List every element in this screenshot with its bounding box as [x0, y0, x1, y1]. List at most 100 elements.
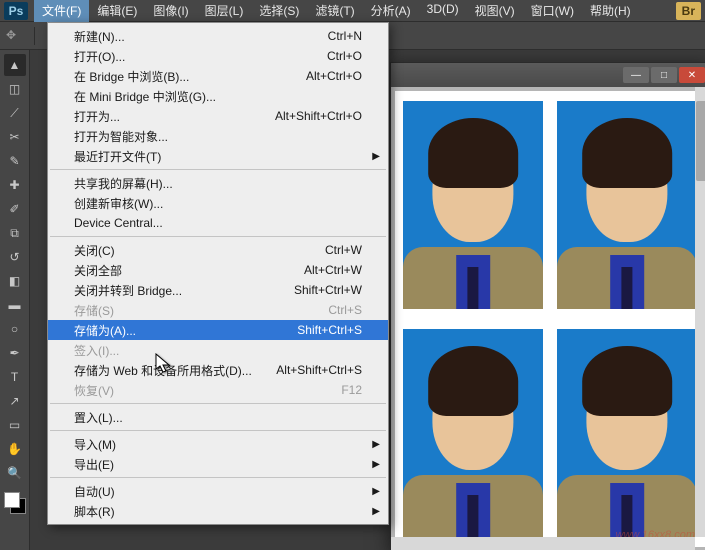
menu-shortcut: Shift+Ctrl+S [297, 323, 362, 337]
menu-item-label: Device Central... [74, 216, 163, 230]
menu-item[interactable]: 存储为 Web 和设备所用格式(D)...Alt+Shift+Ctrl+S [48, 360, 388, 380]
menu-item[interactable]: Device Central... [48, 213, 388, 233]
type-tool[interactable]: T [4, 366, 26, 388]
menu-item-label: 恢复(V) [74, 382, 114, 399]
menu-item-label: 关闭全部 [74, 262, 122, 279]
document-titlebar[interactable]: — □ ✕ [391, 63, 705, 87]
menu-item-label: 共享我的屏幕(H)... [74, 175, 173, 192]
menu-item-label: 导出(E) [74, 456, 114, 473]
id-photo [557, 101, 697, 309]
zoom-tool[interactable]: 🔍 [4, 462, 26, 484]
menu-item[interactable]: 关闭全部Alt+Ctrl+W [48, 260, 388, 280]
menu-item[interactable]: 打开为... Alt+Shift+Ctrl+O [48, 106, 388, 126]
menu-item: 恢复(V)F12 [48, 380, 388, 400]
menu-item[interactable]: 置入(L)... [48, 407, 388, 427]
path-tool[interactable]: ↗ [4, 390, 26, 412]
menu-item[interactable]: 图像(I) [145, 0, 196, 22]
blur-tool[interactable]: ○ [4, 318, 26, 340]
brush-tool[interactable]: ✐ [4, 198, 26, 220]
menu-item-label: 在 Bridge 中浏览(B)... [74, 68, 189, 85]
pen-tool[interactable]: ✒ [4, 342, 26, 364]
menu-item[interactable]: 窗口(W) [523, 0, 582, 22]
id-photo [557, 329, 697, 537]
menu-item-label: 导入(M) [74, 436, 116, 453]
menu-item[interactable]: 打开(O)... Ctrl+O [48, 46, 388, 66]
stamp-tool[interactable]: ⧉ [4, 222, 26, 244]
menu-item[interactable]: 最近打开文件(T) ▶ [48, 146, 388, 166]
color-swatch[interactable] [4, 492, 26, 514]
menu-shortcut: Ctrl+S [328, 303, 362, 317]
ps-logo-icon: Ps [4, 2, 28, 20]
id-photo [403, 101, 543, 309]
menu-item-label: 关闭(C) [74, 242, 115, 259]
history-brush-tool[interactable]: ↺ [4, 246, 26, 268]
menu-item[interactable]: 脚本(R) ▶ [48, 501, 388, 521]
document-window: — □ ✕ www.16xx8.com [390, 62, 705, 550]
gradient-tool[interactable]: ▬ [4, 294, 26, 316]
menu-shortcut: Ctrl+N [328, 29, 362, 43]
vertical-scrollbar[interactable] [695, 87, 705, 537]
menu-separator [50, 169, 386, 170]
horizontal-scrollbar[interactable] [391, 537, 695, 550]
marquee-tool[interactable]: ◫ [4, 78, 26, 100]
menu-item[interactable]: 编辑(E) [89, 0, 145, 22]
foreground-color[interactable] [4, 492, 20, 508]
menu-shortcut: Alt+Ctrl+O [306, 69, 362, 83]
menu-item[interactable]: 在 Bridge 中浏览(B)... Alt+Ctrl+O [48, 66, 388, 86]
menu-item[interactable]: 图层(L) [197, 0, 252, 22]
menu-shortcut: Shift+Ctrl+W [294, 283, 362, 297]
menu-shortcut: Alt+Shift+Ctrl+O [275, 109, 362, 123]
move-tool[interactable]: ▲ [4, 54, 26, 76]
maximize-button[interactable]: □ [651, 67, 677, 83]
menu-item[interactable]: 关闭并转到 Bridge... Shift+Ctrl+W [48, 280, 388, 300]
menu-shortcut: Ctrl+O [327, 49, 362, 63]
submenu-arrow-icon: ▶ [372, 459, 380, 470]
menu-item-label: 创建新审核(W)... [74, 195, 163, 212]
id-photo [403, 329, 543, 537]
menu-item[interactable]: 新建(N)...Ctrl+N [48, 26, 388, 46]
eyedropper-tool[interactable]: ✎ [4, 150, 26, 172]
shape-tool[interactable]: ▭ [4, 414, 26, 436]
menu-item-label: 最近打开文件(T) [74, 148, 161, 165]
menu-item[interactable]: 关闭(C)Ctrl+W [48, 240, 388, 260]
menu-item-label: 关闭并转到 Bridge... [74, 282, 182, 299]
healing-tool[interactable]: ✚ [4, 174, 26, 196]
menu-item[interactable]: 打开为智能对象... [48, 126, 388, 146]
menu-item[interactable]: 共享我的屏幕(H)... [48, 173, 388, 193]
menu-item[interactable]: 创建新审核(W)... [48, 193, 388, 213]
submenu-arrow-icon: ▶ [372, 506, 380, 517]
menu-item[interactable]: 视图(V) [467, 0, 523, 22]
menu-item[interactable]: 自动(U)▶ [48, 481, 388, 501]
menu-item[interactable]: 导出(E) ▶ [48, 454, 388, 474]
menu-item[interactable]: 文件(F) [34, 0, 89, 22]
menu-item[interactable]: 存储为(A)...Shift+Ctrl+S [48, 320, 388, 340]
minimize-button[interactable]: — [623, 67, 649, 83]
bridge-button[interactable]: Br [676, 2, 701, 20]
menu-item[interactable]: 3D(D) [419, 0, 467, 22]
menu-item-label: 脚本(R) [74, 503, 115, 520]
submenu-arrow-icon: ▶ [372, 439, 380, 450]
menu-item-label: 打开为... [74, 108, 120, 125]
file-menu-dropdown: 新建(N)...Ctrl+N 打开(O)... Ctrl+O 在 Bridge 中浏览… [47, 22, 389, 525]
hand-tool[interactable]: ✋ [4, 438, 26, 460]
menu-item[interactable]: 帮助(H) [582, 0, 639, 22]
document-canvas[interactable]: www.16xx8.com [395, 91, 705, 547]
lasso-tool[interactable]: ⟋ [4, 102, 26, 124]
menu-shortcut: Alt+Shift+Ctrl+S [276, 363, 362, 377]
close-button[interactable]: ✕ [679, 67, 705, 83]
submenu-arrow-icon: ▶ [372, 151, 380, 162]
menu-item[interactable]: 在 Mini Bridge 中浏览(G)... [48, 86, 388, 106]
menu-item-label: 置入(L)... [74, 409, 123, 426]
menu-item[interactable]: 选择(S) [251, 0, 307, 22]
menu-item[interactable]: 导入(M) ▶ [48, 434, 388, 454]
crop-tool[interactable]: ✂ [4, 126, 26, 148]
menu-item[interactable]: 分析(A) [363, 0, 419, 22]
submenu-arrow-icon: ▶ [372, 486, 380, 497]
eraser-tool[interactable]: ◧ [4, 270, 26, 292]
menu-separator [50, 477, 386, 478]
menu-item: 存储(S)Ctrl+S [48, 300, 388, 320]
menu-item[interactable]: 滤镜(T) [307, 0, 362, 22]
menubar: Ps 文件(F)编辑(E)图像(I)图层(L)选择(S)滤镜(T)分析(A)3D… [0, 0, 705, 22]
menu-item-label: 打开(O)... [74, 48, 125, 65]
menu-separator [50, 236, 386, 237]
